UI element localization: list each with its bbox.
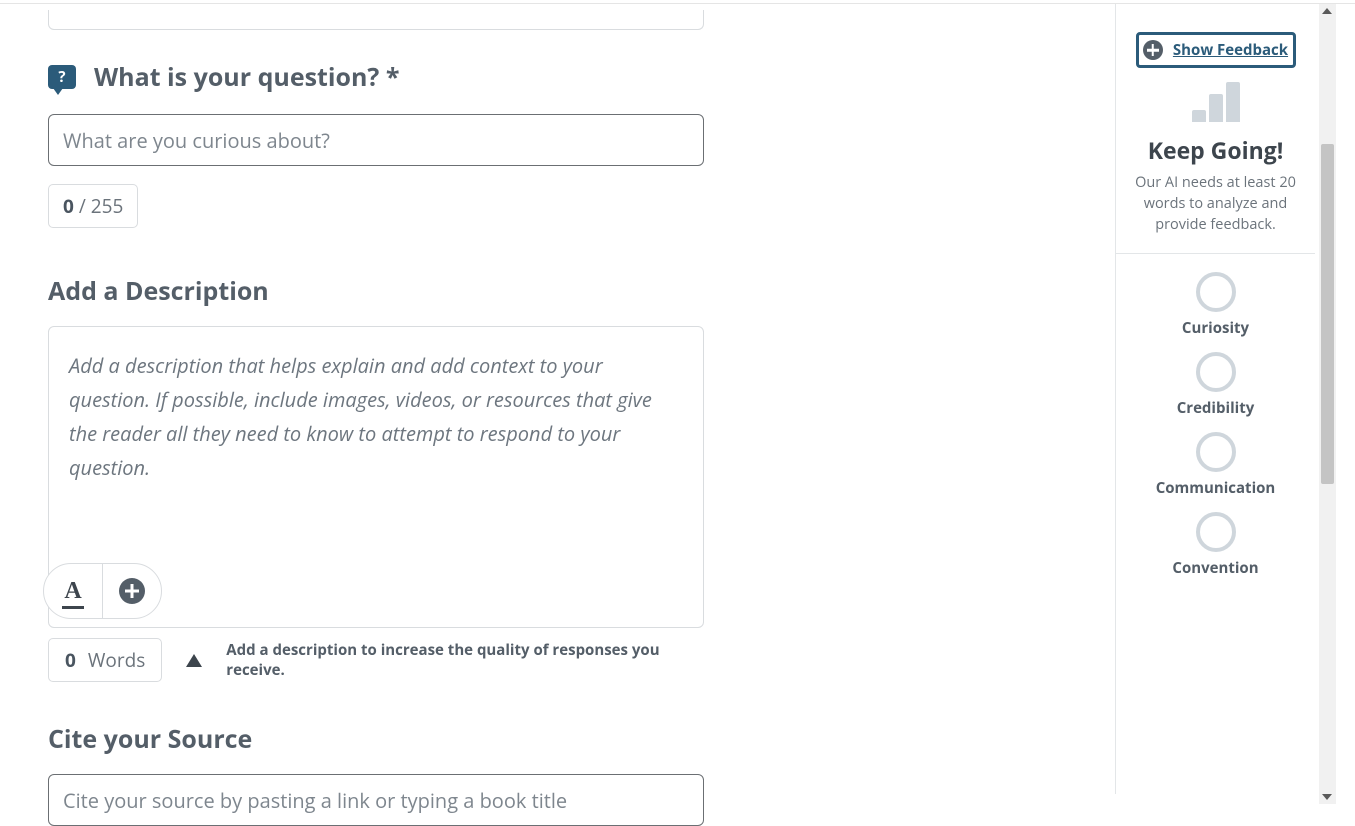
- description-hint: Add a description to increase the qualit…: [226, 640, 704, 680]
- question-heading: What is your question? *: [94, 60, 399, 94]
- metric-convention: Convention: [1116, 512, 1315, 578]
- feedback-sidebar: Show Feedback Keep Going! Our AI needs a…: [1115, 4, 1315, 794]
- keep-going-heading: Keep Going!: [1116, 134, 1315, 166]
- metric-circle-icon: [1196, 352, 1236, 392]
- plus-circle-icon: [1143, 40, 1163, 60]
- metric-curiosity: Curiosity: [1116, 272, 1315, 338]
- char-count-limit: / 255: [79, 193, 124, 219]
- description-heading: Add a Description: [48, 274, 704, 308]
- plus-circle-icon: [119, 578, 145, 604]
- vertical-scrollbar[interactable]: [1319, 4, 1336, 804]
- question-heading-row: ? What is your question? *: [48, 60, 704, 94]
- text-format-icon: A: [64, 578, 81, 605]
- source-input[interactable]: [48, 774, 704, 826]
- show-feedback-button[interactable]: Show Feedback: [1136, 32, 1296, 68]
- sidebar-divider: [1116, 253, 1315, 254]
- editor-toolbar: A: [43, 563, 162, 619]
- warning-triangle-icon: [186, 654, 202, 667]
- metric-circle-icon: [1196, 432, 1236, 472]
- scroll-up-icon[interactable]: [1322, 8, 1332, 14]
- metric-communication: Communication: [1116, 432, 1315, 498]
- question-mark-glyph: ?: [48, 67, 76, 87]
- question-input[interactable]: [48, 114, 704, 166]
- main-form: ? What is your question? * 0 / 255 Add a…: [48, 10, 704, 826]
- progress-bars-icon: [1116, 78, 1315, 122]
- source-heading: Cite your Source: [48, 722, 704, 756]
- word-count-value: 0: [65, 647, 76, 673]
- format-text-button[interactable]: A: [44, 564, 102, 618]
- word-count-box: 0 Words: [48, 638, 162, 682]
- question-char-counter: 0 / 255: [48, 184, 138, 228]
- description-editor[interactable]: Add a description that helps explain and…: [48, 326, 704, 628]
- scroll-down-icon[interactable]: [1322, 794, 1332, 800]
- metric-label: Credibility: [1116, 398, 1315, 418]
- char-count-value: 0: [63, 193, 74, 219]
- scroll-thumb[interactable]: [1321, 144, 1334, 484]
- metric-credibility: Credibility: [1116, 352, 1315, 418]
- metric-label: Curiosity: [1116, 318, 1315, 338]
- metric-label: Convention: [1116, 558, 1315, 578]
- description-footer-row: 0 Words Add a description to increase th…: [48, 638, 704, 682]
- metric-circle-icon: [1196, 512, 1236, 552]
- insert-media-button[interactable]: [103, 564, 161, 618]
- show-feedback-label: Show Feedback: [1173, 40, 1288, 60]
- metric-label: Communication: [1116, 478, 1315, 498]
- word-count-label: Words: [88, 647, 145, 673]
- description-placeholder: Add a description that helps explain and…: [49, 327, 703, 507]
- keep-going-subtext: Our AI needs at least 20 words to analyz…: [1116, 166, 1315, 235]
- question-bubble-icon: ?: [48, 65, 76, 89]
- previous-field-edge: [48, 10, 704, 30]
- metric-circle-icon: [1196, 272, 1236, 312]
